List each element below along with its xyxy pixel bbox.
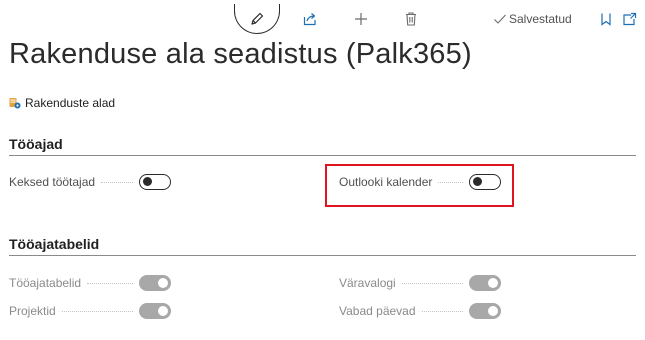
open-in-new-window-button[interactable] [620, 10, 638, 28]
page-title: Rakenduse ala seadistus (Palk365) [9, 38, 472, 70]
field-label: Projektid [9, 304, 56, 318]
field-varavalogi: Väravalogi [339, 275, 501, 291]
field-dots [87, 282, 133, 284]
action-toolbar: Salvestatud [0, 4, 645, 34]
field-dots [401, 282, 463, 284]
highlight-box [325, 164, 514, 207]
app-areas-icon [9, 98, 21, 109]
app-areas-label: Rakenduste alad [25, 96, 116, 110]
share-icon [303, 13, 316, 26]
saved-label: Salvestatud [509, 12, 572, 26]
field-label: Vabad päevad [339, 304, 416, 318]
varavalogi-toggle[interactable] [469, 275, 501, 291]
share-button[interactable] [301, 10, 319, 28]
saved-status: Salvestatud [493, 12, 572, 26]
trash-icon [406, 12, 416, 26]
field-keksed-tootajad: Keksed töötajad [9, 174, 171, 190]
bookmark-button[interactable] [598, 10, 614, 28]
field-label: Väravalogi [339, 276, 396, 290]
section-title-time: Tööajad [9, 136, 63, 152]
field-vabad-paevad: Vabad päevad [339, 303, 501, 319]
field-dots [61, 310, 133, 312]
tooajatabelid-toggle[interactable] [139, 275, 171, 291]
field-dots [421, 310, 463, 312]
new-button[interactable] [352, 10, 370, 28]
field-tooajatabelid: Tööajatabelid [9, 275, 171, 291]
vabad-paevad-toggle[interactable] [469, 303, 501, 319]
checkmark-icon [494, 14, 506, 24]
keksed-tootajad-toggle[interactable] [139, 174, 171, 190]
field-label: Tööajatabelid [9, 276, 82, 290]
app-areas-action[interactable]: Rakenduste alad [9, 96, 115, 110]
field-label: Keksed töötajad [9, 175, 96, 189]
projektid-toggle[interactable] [139, 303, 171, 319]
bookmark-icon [601, 13, 611, 26]
field-projektid: Projektid [9, 303, 171, 319]
pencil-icon [251, 12, 264, 25]
section-title-timesheets: Tööajatabelid [9, 236, 100, 252]
section-divider [9, 255, 636, 256]
toggle-knob [488, 306, 498, 316]
open-in-new-window-icon [622, 12, 636, 26]
plus-icon [355, 13, 367, 25]
section-divider [9, 155, 636, 156]
field-dots [101, 181, 133, 183]
toggle-knob [143, 177, 152, 186]
toggle-knob [158, 306, 168, 316]
toggle-knob [158, 278, 168, 288]
edit-button[interactable] [234, 4, 280, 34]
delete-button[interactable] [402, 10, 420, 28]
toggle-knob [488, 278, 498, 288]
